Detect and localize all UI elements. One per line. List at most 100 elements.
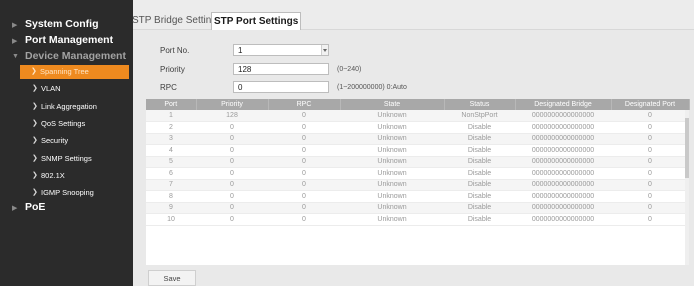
cell-designated-bridge: 0000000000000000: [515, 167, 611, 180]
cell-state: Unknown: [340, 144, 444, 157]
cell-rpc: 0: [268, 202, 340, 214]
cell-priority: 0: [196, 190, 268, 203]
col-header-rpc: RPC: [268, 99, 341, 110]
table-row[interactable]: 4 0 0 Unknown Disable 0000000000000000 0: [146, 144, 689, 157]
rpc-input[interactable]: 0: [233, 81, 329, 93]
chevron-right-icon: ❯: [31, 68, 37, 75]
chevron-down-icon: [321, 45, 328, 55]
table-scrollbar[interactable]: [685, 110, 689, 265]
cell-port: 8: [146, 190, 196, 203]
cell-rpc: 0: [268, 190, 340, 203]
cell-designated-bridge: 0000000000000000: [515, 179, 611, 191]
table-row[interactable]: 6 0 0 Unknown Disable 0000000000000000 0: [146, 167, 689, 180]
nav-label: QoS Settings: [41, 119, 86, 128]
cell-designated-port: 0: [611, 179, 689, 191]
table-row[interactable]: 9 0 0 Unknown Disable 0000000000000000 0: [146, 202, 689, 214]
cell-status: Disable: [444, 213, 515, 226]
save-button[interactable]: Save: [148, 270, 196, 286]
port-table-panel: Port Priority RPC State Status Designate…: [146, 99, 690, 265]
nav-igmp-snooping[interactable]: ❯ IGMP Snooping: [18, 187, 133, 199]
table-row[interactable]: 5 0 0 Unknown Disable 0000000000000000 0: [146, 156, 689, 168]
triangle-down-icon: ▼: [12, 53, 19, 60]
col-header-priority: Priority: [196, 99, 269, 110]
cell-state: Unknown: [340, 110, 444, 122]
nav-label: SNMP Settings: [41, 154, 92, 163]
cell-rpc: 0: [268, 133, 340, 145]
cell-priority: 0: [196, 179, 268, 191]
cell-rpc: 0: [268, 144, 340, 157]
cell-status: Disable: [444, 167, 515, 180]
port-table: Port Priority RPC State Status Designate…: [146, 99, 690, 226]
cell-state: Unknown: [340, 213, 444, 226]
nav-vlan[interactable]: ❯ VLAN: [18, 83, 133, 95]
cell-port: 7: [146, 179, 196, 191]
cell-status: Disable: [444, 144, 515, 157]
priority-hint: (0~240): [337, 66, 362, 73]
cell-priority: 0: [196, 202, 268, 214]
cell-designated-port: 0: [611, 190, 689, 203]
nav-device-management[interactable]: ▼ Device Management: [0, 50, 133, 64]
col-header-designated-bridge: Designated Bridge: [515, 99, 612, 110]
nav-security[interactable]: ❯ Security: [18, 135, 133, 147]
col-header-designated-port: Designated Port: [611, 99, 690, 110]
nav-poe[interactable]: ▶ PoE: [0, 201, 133, 215]
nav-label: PoE: [25, 201, 46, 213]
cell-status: Disable: [444, 156, 515, 168]
tab-stp-port-settings[interactable]: STP Port Settings: [211, 12, 302, 30]
nav-label: Security: [41, 136, 69, 145]
cell-status: Disable: [444, 133, 515, 145]
cell-designated-port: 0: [611, 110, 689, 122]
cell-port: 3: [146, 133, 196, 145]
table-header-row: Port Priority RPC State Status Designate…: [146, 99, 690, 110]
cell-designated-bridge: 0000000000000000: [515, 133, 611, 145]
col-header-port: Port: [146, 99, 197, 110]
cell-status: Disable: [444, 179, 515, 191]
nav-label: Port Management: [25, 34, 114, 46]
table-row[interactable]: 8 0 0 Unknown Disable 0000000000000000 0: [146, 190, 689, 203]
cell-port: 9: [146, 202, 196, 214]
tab-stp-bridge-settings[interactable]: STP Bridge Settings: [132, 12, 222, 30]
nav-label: System Config: [25, 18, 99, 30]
port-no-label: Port No.: [160, 46, 190, 55]
priority-input[interactable]: 128: [233, 63, 329, 75]
cell-designated-port: 0: [611, 167, 689, 180]
nav-link-aggregation[interactable]: ❯ Link Aggregation: [18, 101, 133, 113]
triangle-right-icon: ▶: [12, 205, 18, 212]
cell-port: 1: [146, 110, 196, 122]
cell-state: Unknown: [340, 190, 444, 203]
cell-designated-bridge: 0000000000000000: [515, 213, 611, 226]
table-row[interactable]: 10 0 0 Unknown Disable 0000000000000000 …: [146, 213, 689, 226]
cell-port: 10: [146, 213, 196, 226]
nav-system-config[interactable]: ▶ System Config: [0, 18, 133, 32]
nav-label: 802.1X: [41, 171, 65, 180]
port-no-select[interactable]: 1: [233, 44, 329, 56]
table-row[interactable]: 2 0 0 Unknown Disable 0000000000000000 0: [146, 121, 689, 134]
cell-designated-port: 0: [611, 213, 689, 226]
cell-designated-port: 0: [611, 144, 689, 157]
nav-spanning-tree[interactable]: ❯ Spanning Tree: [20, 65, 129, 79]
cell-priority: 0: [196, 156, 268, 168]
cell-designated-port: 0: [611, 156, 689, 168]
nav-label: Link Aggregation: [41, 102, 97, 111]
triangle-right-icon: ▶: [12, 38, 18, 45]
cell-rpc: 0: [268, 110, 340, 122]
cell-port: 5: [146, 156, 196, 168]
chevron-right-icon: ❯: [32, 155, 38, 162]
table-row[interactable]: 1 128 0 Unknown NonStpPort 0000000000000…: [146, 110, 689, 122]
nav-qos-settings[interactable]: ❯ QoS Settings: [18, 118, 133, 130]
cell-state: Unknown: [340, 179, 444, 191]
table-row[interactable]: 7 0 0 Unknown Disable 0000000000000000 0: [146, 179, 689, 191]
nav-port-management[interactable]: ▶ Port Management: [0, 34, 133, 48]
sidebar: ▶ System Config ▶ Port Management ▼ Devi…: [0, 0, 133, 286]
nav-8021x[interactable]: ❯ 802.1X: [18, 170, 133, 182]
cell-rpc: 0: [268, 167, 340, 180]
cell-state: Unknown: [340, 156, 444, 168]
main-content: STP Bridge Settings STP Port Settings Po…: [132, 0, 694, 286]
nav-label: IGMP Snooping: [41, 188, 94, 197]
table-row[interactable]: 3 0 0 Unknown Disable 0000000000000000 0: [146, 133, 689, 145]
nav-snmp-settings[interactable]: ❯ SNMP Settings: [18, 153, 133, 165]
cell-designated-bridge: 0000000000000000: [515, 144, 611, 157]
cell-state: Unknown: [340, 167, 444, 180]
scrollbar-thumb[interactable]: [685, 118, 689, 178]
priority-label: Priority: [160, 65, 185, 74]
